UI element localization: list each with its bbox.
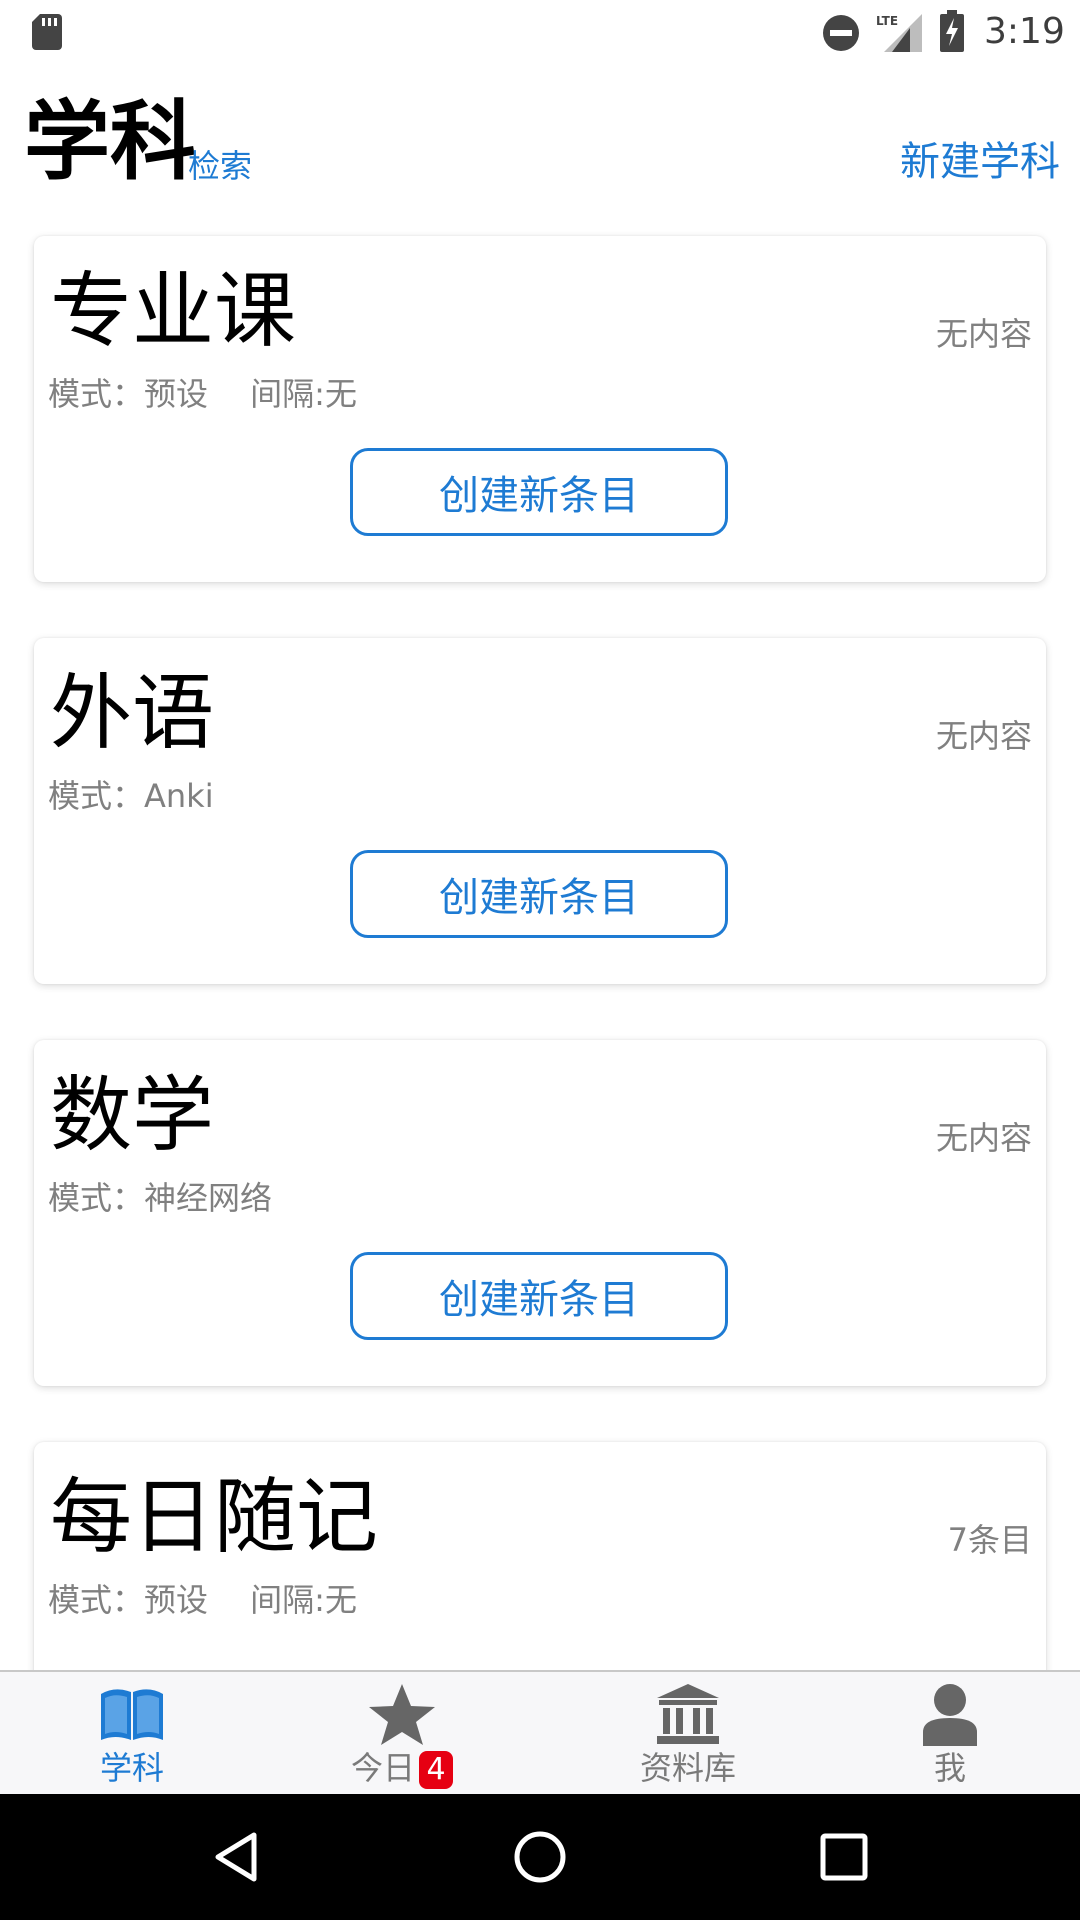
subject-card[interactable]: 专业课 无内容 模式：预设 间隔:无 创建新条目: [34, 236, 1046, 582]
sd-card-icon: [32, 14, 62, 50]
subject-title: 专业课: [50, 264, 297, 359]
tab-library[interactable]: 资料库: [588, 1672, 788, 1796]
create-entry-button[interactable]: 创建新条目: [350, 448, 728, 536]
subject-item-count: 无内容: [935, 717, 1032, 755]
tab-me-label: 我: [933, 1749, 966, 1787]
subject-item-count: 7条目: [947, 1521, 1032, 1559]
bottom-tab-bar: 学科 今日 4 资料库 我: [0, 1670, 1080, 1796]
subject-title: 每日随记: [50, 1470, 379, 1565]
create-entry-button[interactable]: 创建新条目: [350, 850, 728, 938]
subject-card[interactable]: 外语 无内容 模式：Anki 创建新条目: [34, 638, 1046, 984]
back-icon[interactable]: [206, 1827, 266, 1887]
status-time: 3:19: [984, 11, 1065, 52]
home-icon[interactable]: [510, 1827, 570, 1887]
tab-library-label: 资料库: [639, 1749, 736, 1787]
recents-icon[interactable]: [814, 1827, 874, 1887]
do-not-disturb-icon: [823, 15, 859, 51]
tab-subjects[interactable]: 学科: [32, 1672, 232, 1796]
subject-mode: 模式：神经网络: [48, 1179, 273, 1217]
star-icon: [369, 1684, 435, 1745]
page-title: 学科: [24, 92, 196, 192]
subject-card[interactable]: 数学 无内容 模式：神经网络 创建新条目: [34, 1040, 1046, 1386]
system-navigation-bar: [0, 1794, 1080, 1920]
battery-charging-icon: [940, 10, 964, 52]
tab-subjects-label: 学科: [99, 1749, 164, 1787]
lte-signal-icon: LTE: [876, 14, 922, 52]
library-icon: [657, 1684, 719, 1744]
tab-today-label: 今日: [350, 1749, 415, 1787]
create-entry-button[interactable]: 创建新条目: [350, 1252, 728, 1340]
tab-me[interactable]: 我: [850, 1672, 1050, 1796]
notification-badge: 4: [419, 1751, 453, 1789]
book-icon: [101, 1689, 163, 1740]
subject-mode: 模式：预设 间隔:无: [48, 1581, 357, 1619]
search-link[interactable]: 检索: [188, 146, 252, 186]
person-icon: [923, 1684, 977, 1746]
subject-item-count: 无内容: [935, 315, 1032, 353]
subject-item-count: 无内容: [935, 1119, 1032, 1157]
new-subject-button[interactable]: 新建学科: [900, 138, 1060, 186]
subject-title: 外语: [50, 666, 215, 761]
svg-text:LTE: LTE: [876, 14, 898, 28]
subject-title: 数学: [50, 1068, 215, 1163]
subject-mode: 模式：Anki: [48, 777, 214, 815]
status-bar: LTE 3:19: [0, 0, 1080, 64]
subject-mode: 模式：预设 间隔:无: [48, 375, 357, 413]
tab-today[interactable]: 今日 4: [302, 1672, 502, 1796]
